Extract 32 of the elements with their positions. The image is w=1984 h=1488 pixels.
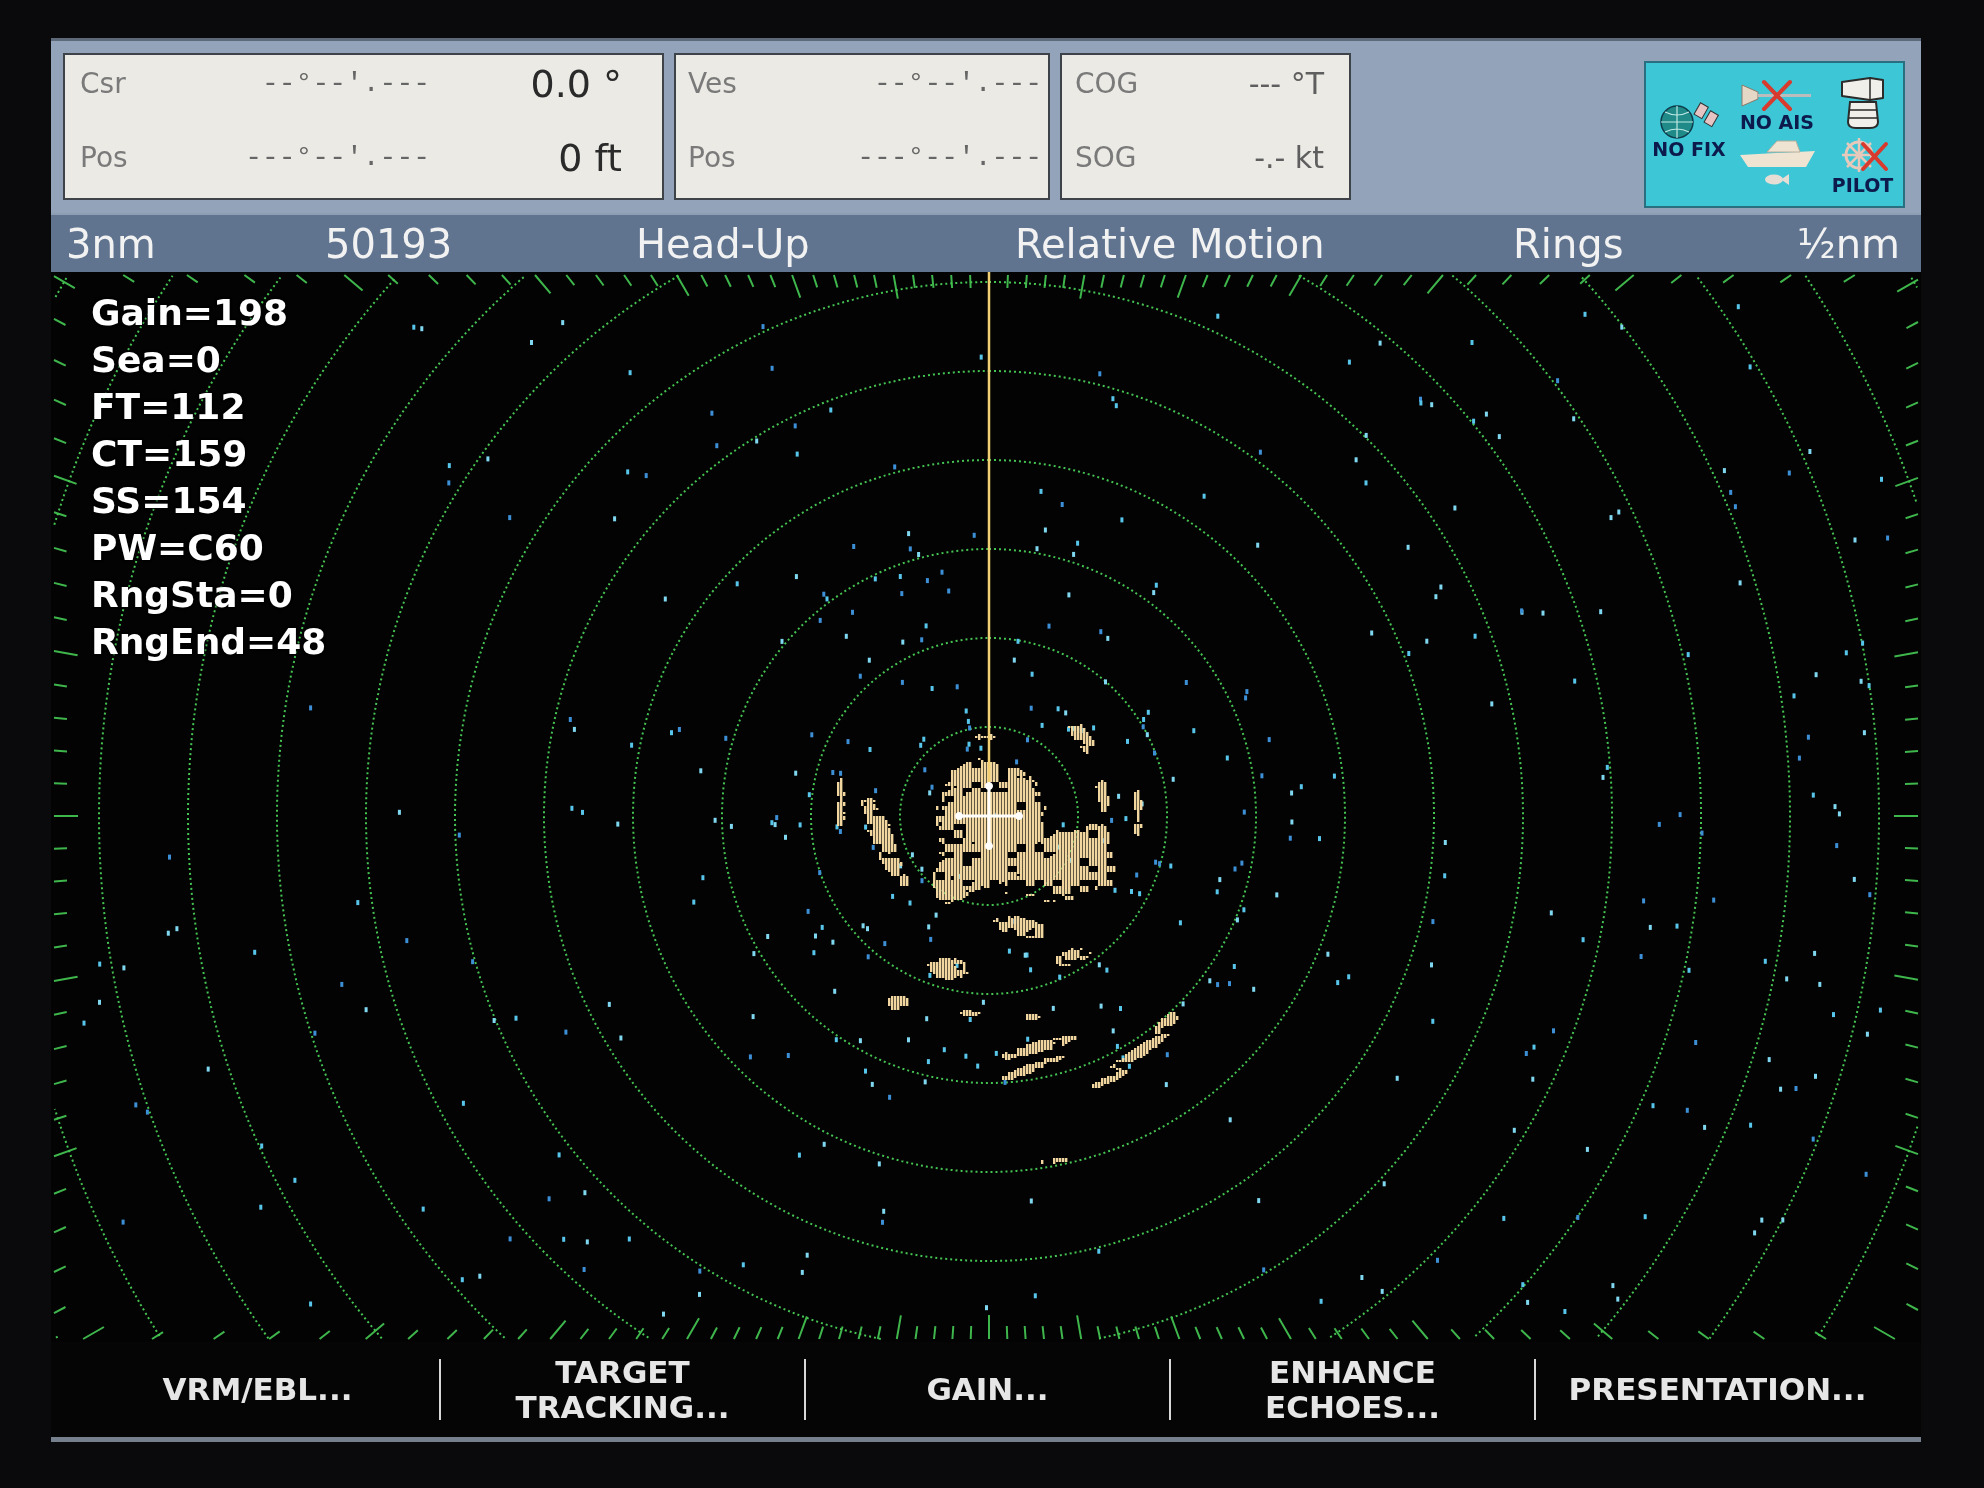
field-label: SOG — [1075, 140, 1138, 176]
status-readout: 3nm — [66, 219, 157, 268]
value-readout: 0.0 ° — [530, 66, 622, 102]
field-label: Csr — [80, 66, 127, 102]
radar-readout: PW=C60 — [91, 526, 264, 570]
status-readout: ½nm — [1796, 219, 1900, 268]
radar-readout: SS=154 — [91, 479, 247, 523]
radar-readout: Gain=198 — [91, 291, 289, 335]
status-readout: Head-Up — [636, 219, 811, 268]
status-label: NO FIX — [1652, 139, 1726, 159]
field-label: Ves — [688, 66, 738, 102]
value-readout: 0 ft — [558, 140, 622, 176]
radar-readout: RngSta=0 — [91, 573, 293, 617]
status-readout: Rings — [1513, 219, 1625, 268]
status-label: PILOT — [1831, 175, 1894, 195]
status-readout: Relative Motion — [1015, 219, 1326, 268]
field-label: Pos — [688, 140, 737, 176]
field-label: COG — [1075, 66, 1140, 102]
coordinate-readout: ---°--'.--- — [857, 141, 1042, 175]
coordinate-readout: --°--'.--- — [873, 67, 1042, 101]
coordinate-readout: --°--'.--- — [261, 67, 430, 101]
crosshair-icon — [955, 782, 1023, 850]
value-readout: -.- kt — [1254, 140, 1324, 176]
value-readout: --- °T — [1248, 66, 1324, 102]
radar-readout: CT=159 — [91, 432, 248, 476]
radar-readout: FT=112 — [91, 385, 246, 429]
status-readout: 50193 — [325, 219, 454, 268]
radar-readout: RngEnd=48 — [91, 620, 327, 664]
radar-readout: Sea=0 — [91, 338, 221, 382]
field-label: Pos — [80, 140, 129, 176]
coordinate-readout: ---°--'.--- — [245, 141, 430, 175]
status-label: NO AIS — [1739, 112, 1815, 132]
